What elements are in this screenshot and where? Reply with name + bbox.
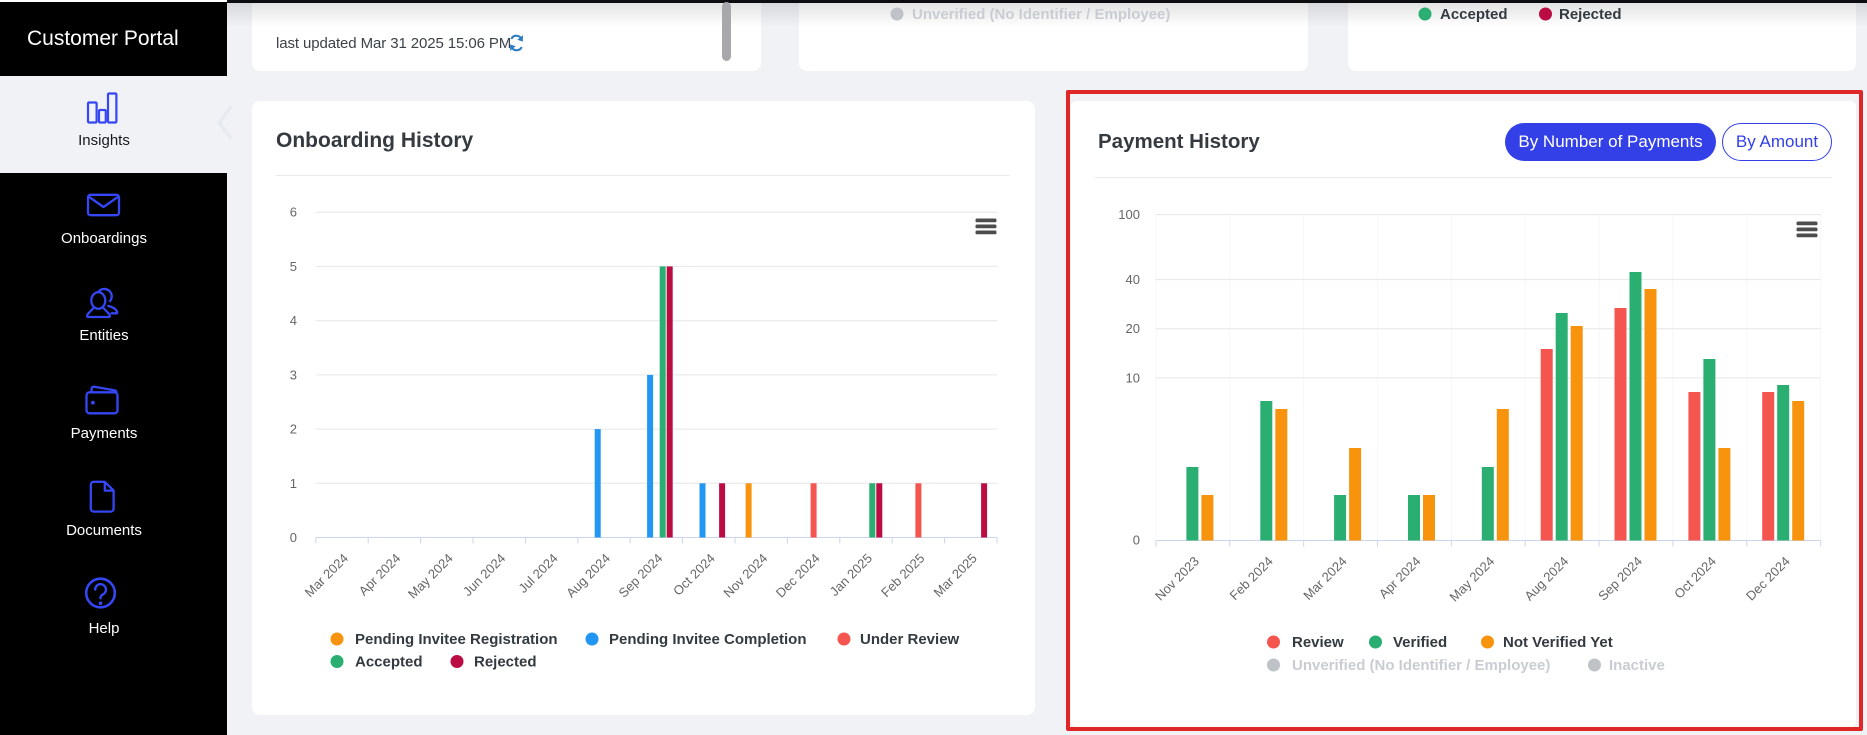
svg-text:Under Review: Under Review — [860, 631, 960, 648]
svg-text:Aug 2024: Aug 2024 — [1521, 554, 1571, 604]
svg-text:Feb 2025: Feb 2025 — [878, 551, 927, 600]
svg-text:0: 0 — [290, 530, 297, 545]
svg-text:Feb 2024: Feb 2024 — [1226, 554, 1275, 603]
svg-text:Unverified (No Identifier / Em: Unverified (No Identifier / Employee) — [1292, 657, 1550, 674]
svg-text:40: 40 — [1126, 272, 1140, 287]
svg-text:Rejected: Rejected — [1559, 6, 1622, 23]
svg-text:May 2024: May 2024 — [1446, 554, 1497, 605]
svg-text:10: 10 — [1126, 370, 1140, 385]
svg-text:Mar 2024: Mar 2024 — [302, 551, 351, 600]
svg-text:Mar 2024: Mar 2024 — [1300, 554, 1349, 603]
svg-text:Jul 2024: Jul 2024 — [515, 551, 560, 596]
svg-text:100: 100 — [1118, 207, 1140, 222]
svg-text:Jun 2024: Jun 2024 — [460, 551, 508, 599]
svg-text:Dec 2024: Dec 2024 — [773, 551, 823, 601]
svg-text:Accepted: Accepted — [1440, 6, 1508, 23]
svg-text:Mar 2025: Mar 2025 — [930, 551, 979, 600]
svg-text:Sep 2024: Sep 2024 — [616, 551, 666, 601]
svg-text:Apr 2024: Apr 2024 — [356, 551, 404, 599]
svg-text:Oct 2024: Oct 2024 — [1671, 554, 1719, 602]
svg-text:5: 5 — [290, 259, 297, 274]
svg-text:Review: Review — [1292, 634, 1344, 651]
svg-text:3: 3 — [290, 367, 297, 382]
svg-text:Accepted: Accepted — [355, 654, 423, 671]
svg-text:Rejected: Rejected — [474, 654, 537, 671]
svg-text:Unverified (No Identifier / Em: Unverified (No Identifier / Employee) — [912, 6, 1170, 23]
svg-text:Not Verified Yet: Not Verified Yet — [1503, 634, 1613, 651]
svg-text:Pending Invitee Registration: Pending Invitee Registration — [355, 631, 558, 648]
svg-text:Dec 2024: Dec 2024 — [1743, 554, 1793, 604]
svg-text:6: 6 — [290, 205, 297, 220]
svg-text:Nov 2024: Nov 2024 — [720, 551, 770, 601]
svg-text:Verified: Verified — [1393, 634, 1447, 651]
svg-text:May 2024: May 2024 — [405, 551, 456, 602]
svg-text:Nov 2023: Nov 2023 — [1152, 554, 1202, 604]
svg-text:Inactive: Inactive — [1609, 657, 1665, 674]
svg-text:Aug 2024: Aug 2024 — [563, 551, 613, 601]
svg-text:Sep 2024: Sep 2024 — [1595, 554, 1645, 604]
svg-text:Jan 2025: Jan 2025 — [827, 551, 875, 599]
svg-text:2: 2 — [290, 422, 297, 437]
svg-text:1: 1 — [290, 476, 297, 491]
svg-text:4: 4 — [290, 313, 297, 328]
svg-text:Apr 2024: Apr 2024 — [1376, 554, 1424, 602]
svg-text:Pending Invitee Completion: Pending Invitee Completion — [609, 631, 807, 648]
svg-text:Oct 2024: Oct 2024 — [670, 551, 718, 599]
svg-text:20: 20 — [1126, 321, 1140, 336]
svg-text:0: 0 — [1133, 533, 1140, 548]
